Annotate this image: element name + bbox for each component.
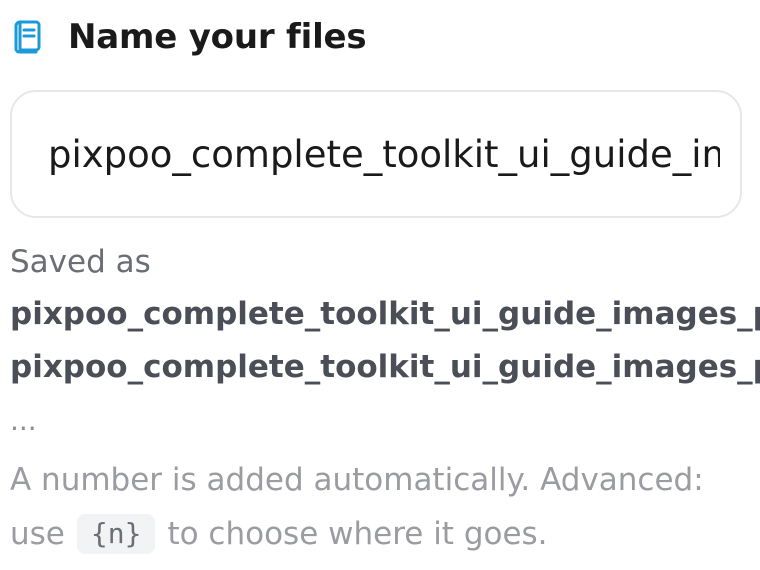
document-icon	[10, 20, 44, 54]
filename-input[interactable]	[48, 92, 720, 216]
saved-filename-preview: pixpoo_complete_toolkit_ui_guide_images_…	[10, 296, 760, 332]
help-text-line-1: A number is added automatically. Advance…	[10, 462, 704, 498]
help-text-prefix: use	[10, 516, 65, 552]
help-text-suffix: to choose where it goes.	[167, 516, 548, 552]
more-files-ellipsis: ...	[10, 404, 37, 437]
saved-filename-preview: pixpoo_complete_toolkit_ui_guide_images_…	[10, 349, 760, 385]
section-header: Name your files	[10, 14, 367, 60]
number-token-chip: {n}	[76, 514, 156, 554]
saved-as-label: Saved as	[10, 244, 151, 280]
section-title: Name your files	[68, 17, 367, 57]
filename-field[interactable]	[10, 90, 742, 218]
help-text-line-2: use {n} to choose where it goes.	[10, 514, 548, 554]
